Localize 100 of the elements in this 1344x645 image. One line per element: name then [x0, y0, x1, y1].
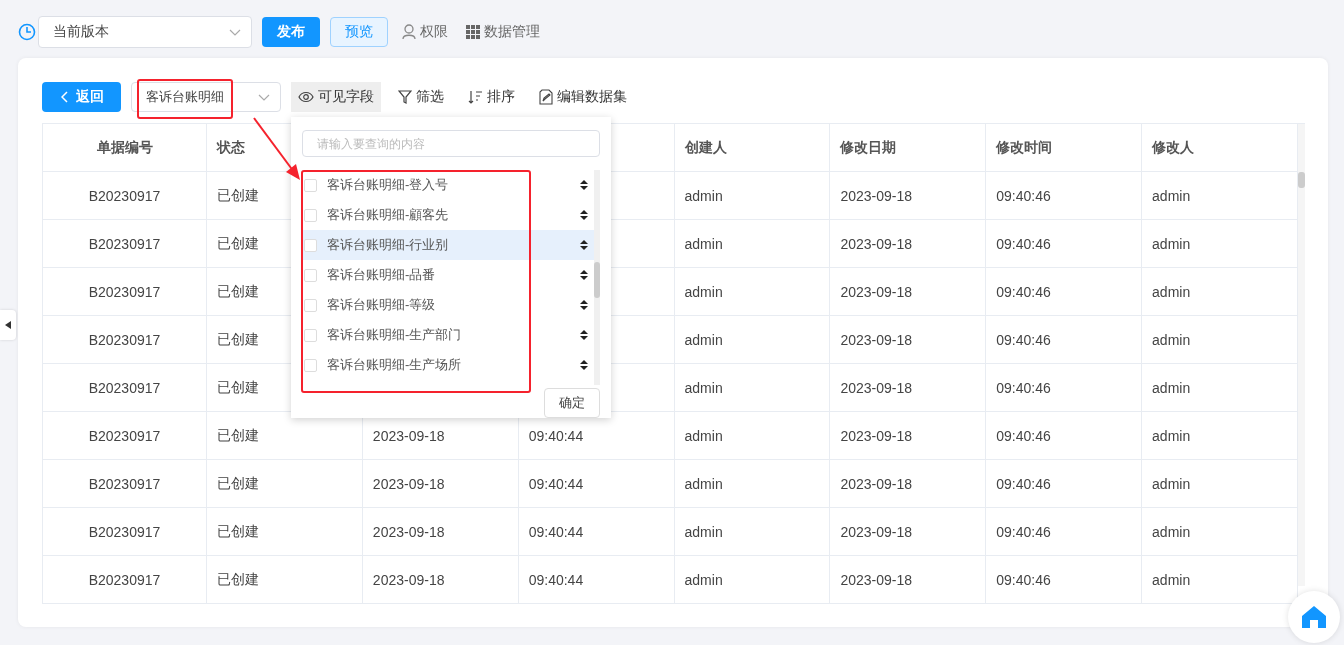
table-cell: B20230917: [43, 411, 207, 460]
sort-arrows-icon: [580, 300, 588, 310]
table-cell: admin: [674, 507, 830, 556]
table-cell: 已创建: [206, 507, 363, 556]
table-cell: B20230917: [43, 315, 207, 364]
column-header: 修改日期: [829, 124, 986, 172]
table-cell: 09:40:46: [985, 267, 1142, 316]
checkbox[interactable]: [304, 208, 317, 222]
checkbox[interactable]: [304, 328, 317, 342]
table-cell: 09:40:46: [985, 507, 1142, 556]
table-cell: admin: [674, 459, 830, 508]
table-cell: 09:40:46: [985, 411, 1142, 460]
table-cell: B20230917: [43, 555, 207, 604]
table-cell: 09:40:46: [985, 459, 1142, 508]
table-cell: admin: [1141, 267, 1298, 316]
dataset-select[interactable]: 客诉台账明细: [131, 82, 281, 112]
chevron-left-icon: [61, 91, 68, 103]
table-cell: 09:40:44: [518, 507, 675, 556]
table-cell: B20230917: [43, 267, 207, 316]
document-edit-icon: [539, 89, 553, 105]
table-cell: admin: [1141, 315, 1298, 364]
scrollbar[interactable]: [1298, 124, 1305, 586]
table-cell: admin: [674, 267, 830, 316]
table-cell: admin: [674, 363, 830, 412]
table-cell: 09:40:46: [985, 555, 1142, 604]
user-icon: [402, 24, 416, 40]
table-cell: 2023-09-18: [829, 171, 986, 220]
checkbox[interactable]: [304, 358, 317, 372]
toolbar-button[interactable]: 可见字段: [291, 82, 381, 112]
table-cell: 2023-09-18: [829, 267, 986, 316]
table-cell: 2023-09-18: [829, 315, 986, 364]
home-icon: [1302, 606, 1326, 628]
confirm-button[interactable]: 确定: [544, 388, 600, 418]
grid-icon: [466, 25, 480, 39]
table-cell: 2023-09-18: [829, 219, 986, 268]
checkbox[interactable]: [304, 268, 317, 282]
column-header: 创建人: [674, 124, 830, 172]
sort-arrows-icon: [580, 360, 588, 370]
checkbox[interactable]: [304, 178, 317, 192]
checkbox[interactable]: [304, 238, 317, 252]
table-cell: admin: [1141, 219, 1298, 268]
table-cell: admin: [1141, 363, 1298, 412]
caret-icon: [5, 321, 11, 329]
table-cell: 2023-09-18: [362, 459, 519, 508]
toolbar-button[interactable]: 排序: [461, 82, 522, 112]
table-cell: admin: [1141, 459, 1298, 508]
table-cell: admin: [674, 555, 830, 604]
search-field[interactable]: 请输入要查询的内容: [302, 130, 600, 157]
table-cell: 09:40:46: [985, 315, 1142, 364]
eye-icon: [298, 90, 314, 104]
table-cell: 09:40:46: [985, 219, 1142, 268]
table-cell: 2023-09-18: [829, 555, 986, 604]
toolbar-button[interactable]: 编辑数据集: [532, 82, 634, 112]
table-cell: 2023-09-18: [829, 459, 986, 508]
table-cell: 09:40:44: [518, 555, 675, 604]
annotation-arrow: [253, 117, 300, 180]
table-cell: 已创建: [206, 555, 363, 604]
scrollbar[interactable]: [594, 170, 600, 385]
table-cell: admin: [1141, 555, 1298, 604]
column-header: 修改时间: [985, 124, 1142, 172]
permissions-link[interactable]: 权限: [398, 23, 452, 41]
table-cell: admin: [1141, 507, 1298, 556]
filter-icon: [398, 90, 412, 104]
sort-arrows-icon: [580, 270, 588, 280]
column-header: 单据编号: [43, 124, 207, 172]
version-select[interactable]: 当前版本: [38, 16, 252, 48]
table-cell: 09:40:44: [518, 459, 675, 508]
table-cell: 2023-09-18: [362, 507, 519, 556]
table-cell: 2023-09-18: [829, 363, 986, 412]
sort-arrows-icon: [580, 240, 588, 250]
table-cell: admin: [674, 411, 830, 460]
clock-icon: [18, 23, 36, 41]
sort-arrows-icon: [580, 330, 588, 340]
table-cell: admin: [674, 315, 830, 364]
checkbox[interactable]: [304, 298, 317, 312]
toolbar-button[interactable]: 筛选: [391, 82, 451, 112]
field-item[interactable]: 客诉台账明细-行业别: [302, 230, 594, 260]
table-cell: admin: [674, 171, 830, 220]
table-cell: B20230917: [43, 507, 207, 556]
table-cell: B20230917: [43, 171, 207, 220]
chevron-down-icon: [258, 93, 270, 101]
table-cell: 09:40:46: [985, 363, 1142, 412]
sort-arrows-icon: [580, 180, 588, 190]
table-cell: B20230917: [43, 363, 207, 412]
table-cell: admin: [1141, 171, 1298, 220]
collapse-tab[interactable]: [0, 310, 16, 340]
table-cell: 2023-09-18: [829, 411, 986, 460]
sort-icon: [468, 90, 483, 104]
table-cell: B20230917: [43, 459, 207, 508]
table-cell: admin: [1141, 411, 1298, 460]
home-button[interactable]: [1288, 591, 1340, 643]
sort-arrows-icon: [580, 210, 588, 220]
table-cell: 09:40:46: [985, 171, 1142, 220]
data-management-link[interactable]: 数据管理: [462, 23, 544, 41]
column-header: 修改人: [1141, 124, 1298, 172]
table-cell: 2023-09-18: [362, 555, 519, 604]
table-cell: 2023-09-18: [829, 507, 986, 556]
table-cell: 已创建: [206, 459, 363, 508]
table-cell: admin: [674, 219, 830, 268]
table-cell: B20230917: [43, 219, 207, 268]
